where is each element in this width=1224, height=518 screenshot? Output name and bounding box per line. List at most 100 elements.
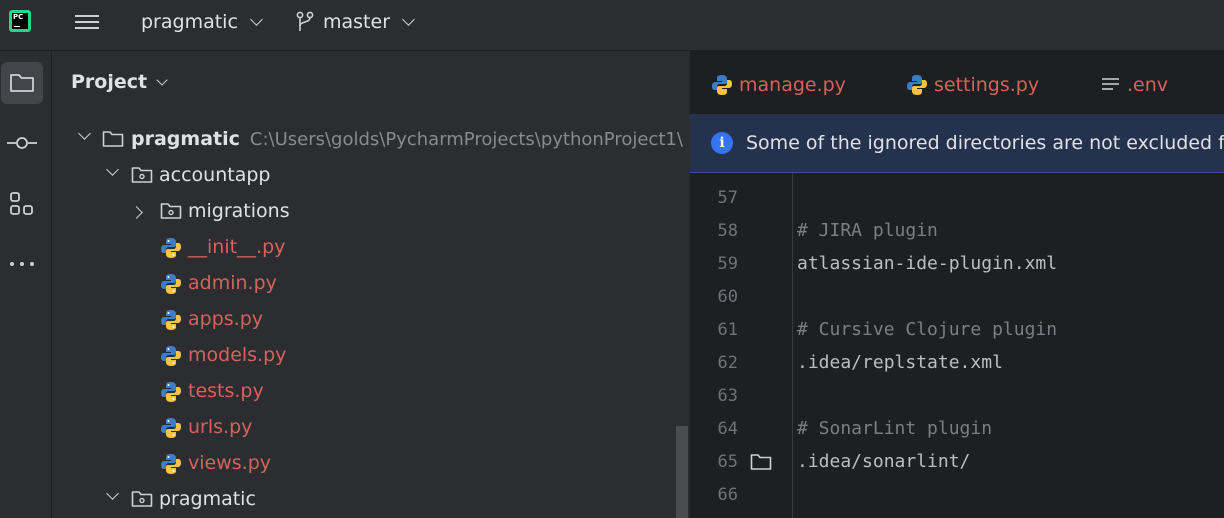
more-icon — [10, 262, 34, 266]
code-text: # JIRA plugin — [797, 220, 938, 241]
package-folder-icon — [131, 491, 153, 507]
code-text: atlassian-ide-plugin.xml — [797, 253, 1058, 274]
branch-selector[interactable]: master — [295, 10, 415, 34]
code-line[interactable]: 61 # Cursive Clojure plugin — [690, 313, 1224, 346]
chevron-down-icon — [156, 73, 168, 86]
tree-item-file[interactable]: tests.py — [52, 374, 676, 410]
line-number: 60 — [717, 286, 738, 307]
chevron-down-icon — [250, 13, 263, 26]
chevron-down-icon — [402, 13, 415, 26]
tree-item-file[interactable]: urls.py — [52, 410, 676, 446]
folder-icon — [102, 131, 124, 147]
tab-label: .env — [1127, 74, 1169, 96]
python-icon — [907, 75, 927, 95]
tree-item-label: migrations — [188, 200, 290, 222]
line-number: 58 — [717, 220, 738, 241]
main-menu-icon[interactable] — [75, 11, 99, 33]
code-line[interactable]: 62 .idea/replstate.xml — [690, 346, 1224, 379]
tree-item-root[interactable]: pragmatic C:\Users\golds\PycharmProjects… — [52, 122, 683, 158]
expand-arrow-icon[interactable] — [106, 163, 119, 176]
commit-tool-button[interactable] — [1, 122, 43, 164]
structure-tool-button[interactable] — [1, 183, 43, 225]
more-tools-button[interactable] — [1, 243, 43, 285]
project-name: pragmatic — [141, 11, 238, 33]
tree-item-label: accountapp — [159, 164, 271, 186]
folder-icon[interactable] — [750, 452, 772, 476]
collapse-arrow-icon[interactable] — [130, 206, 143, 219]
line-number: 61 — [717, 319, 738, 340]
code-text: .idea/sonarlint/ — [797, 451, 971, 472]
python-icon — [161, 310, 181, 330]
commit-icon — [7, 137, 37, 149]
info-icon: i — [711, 132, 733, 154]
project-tool-button[interactable] — [1, 62, 43, 104]
tree-item-file[interactable]: admin.py — [52, 266, 676, 302]
editor-tabs: manage.py settings.py .env — [690, 51, 1224, 115]
python-icon — [161, 418, 181, 438]
tab-manage-py[interactable]: manage.py — [711, 71, 846, 99]
python-icon — [161, 238, 181, 258]
tree-item-label: urls.py — [188, 416, 253, 438]
python-icon — [161, 454, 181, 474]
tree-item-label: admin.py — [188, 272, 277, 294]
line-number: 63 — [717, 385, 738, 406]
code-line[interactable]: 60 — [690, 280, 1224, 313]
line-number: 65 — [717, 451, 738, 472]
tree-item-package[interactable]: migrations — [52, 194, 676, 230]
pycharm-logo-icon[interactable]: PC — [9, 10, 31, 32]
project-selector[interactable]: pragmatic — [141, 10, 263, 34]
code-line[interactable]: 63 — [690, 379, 1224, 412]
tree-item-file[interactable]: models.py — [52, 338, 676, 374]
tree-item-file[interactable]: apps.py — [52, 302, 676, 338]
line-number: 57 — [717, 187, 738, 208]
tree-item-package[interactable]: accountapp — [52, 158, 676, 194]
banner-message: Some of the ignored directories are not … — [746, 132, 1224, 154]
tree-item-label: models.py — [188, 344, 287, 366]
text-file-icon — [1102, 78, 1119, 90]
line-number: 66 — [717, 484, 738, 505]
panel-title: Project — [71, 71, 148, 93]
app-logo-text: PC — [13, 13, 24, 21]
code-text: # Cursive Clojure plugin — [797, 319, 1058, 340]
expand-arrow-icon[interactable] — [106, 487, 119, 500]
line-number: 59 — [717, 253, 738, 274]
line-number: 64 — [717, 418, 738, 439]
package-folder-icon — [131, 167, 153, 183]
project-scrollbar[interactable] — [676, 426, 688, 518]
branch-icon — [296, 11, 314, 31]
python-icon — [161, 382, 181, 402]
project-panel: Project pragmatic C:\Users\golds\Pycharm… — [52, 51, 690, 518]
python-icon — [161, 346, 181, 366]
branch-name: master — [323, 11, 391, 33]
python-icon — [161, 274, 181, 294]
tab-label: manage.py — [739, 74, 846, 96]
tab-env[interactable]: .env — [1101, 71, 1168, 99]
editor-area: manage.py settings.py .env i Some of the… — [690, 51, 1224, 518]
tree-item-package[interactable]: pragmatic — [52, 482, 676, 518]
tree-item-label: views.py — [188, 452, 271, 474]
code-line[interactable]: 59 atlassian-ide-plugin.xml — [690, 247, 1224, 280]
notification-banner[interactable]: i Some of the ignored directories are no… — [690, 114, 1224, 173]
project-view-selector[interactable]: Project — [71, 71, 168, 93]
code-line[interactable]: 58 # JIRA plugin — [690, 214, 1224, 247]
code-line[interactable]: 57 — [690, 181, 1224, 214]
package-folder-icon — [160, 203, 182, 219]
python-icon — [712, 75, 732, 95]
main-toolbar: PC pragmatic master — [0, 0, 1224, 51]
code-line[interactable]: 66 — [690, 478, 1224, 511]
expand-arrow-icon[interactable] — [78, 127, 91, 140]
tab-settings-py[interactable]: settings.py — [906, 71, 1039, 99]
tool-window-strip — [0, 51, 52, 518]
tree-item-label: pragmatic — [159, 488, 256, 510]
tree-item-label: pragmatic — [131, 128, 240, 150]
code-line[interactable]: 65 .idea/sonarlint/ — [690, 445, 1224, 478]
tree-item-file[interactable]: views.py — [52, 446, 676, 482]
line-number: 62 — [717, 352, 738, 373]
project-path: C:\Users\golds\PycharmProjects\pythonPro… — [249, 128, 683, 150]
code-line[interactable]: 64 # SonarLint plugin — [690, 412, 1224, 445]
code-text: .idea/replstate.xml — [797, 352, 1003, 373]
tree-item-file[interactable]: __init__.py — [52, 230, 676, 266]
tab-label: settings.py — [934, 74, 1040, 96]
tree-item-label: apps.py — [188, 308, 264, 330]
structure-icon — [10, 192, 33, 215]
